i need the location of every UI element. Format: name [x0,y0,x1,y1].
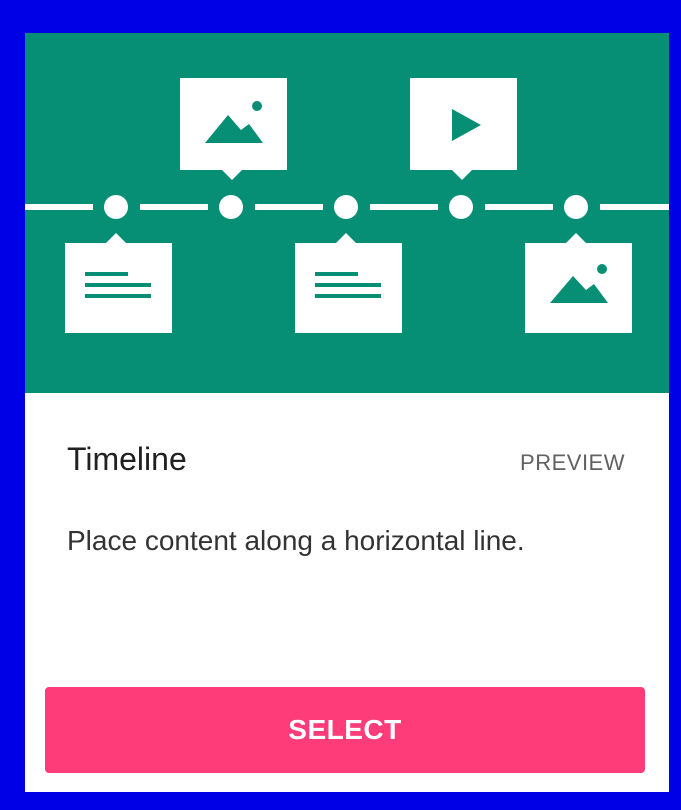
text-icon [65,233,172,333]
timeline-dot [449,195,473,219]
image-icon [525,233,632,333]
card-description: Place content along a horizontal line. [67,525,525,556]
timeline-dot [334,195,358,219]
timeline-dot [219,195,243,219]
timeline-dot [564,195,588,219]
image-icon [180,78,287,180]
page-frame: Timeline PREVIEW Place content along a h… [0,0,681,810]
timeline-illustration [25,33,669,393]
preview-link[interactable]: PREVIEW [520,450,625,476]
play-icon [410,78,517,180]
select-button[interactable]: SELECT [45,687,645,773]
timeline-dot [104,195,128,219]
card-title: Timeline [67,441,187,477]
text-icon [295,233,402,333]
template-card: Timeline PREVIEW Place content along a h… [25,33,669,792]
